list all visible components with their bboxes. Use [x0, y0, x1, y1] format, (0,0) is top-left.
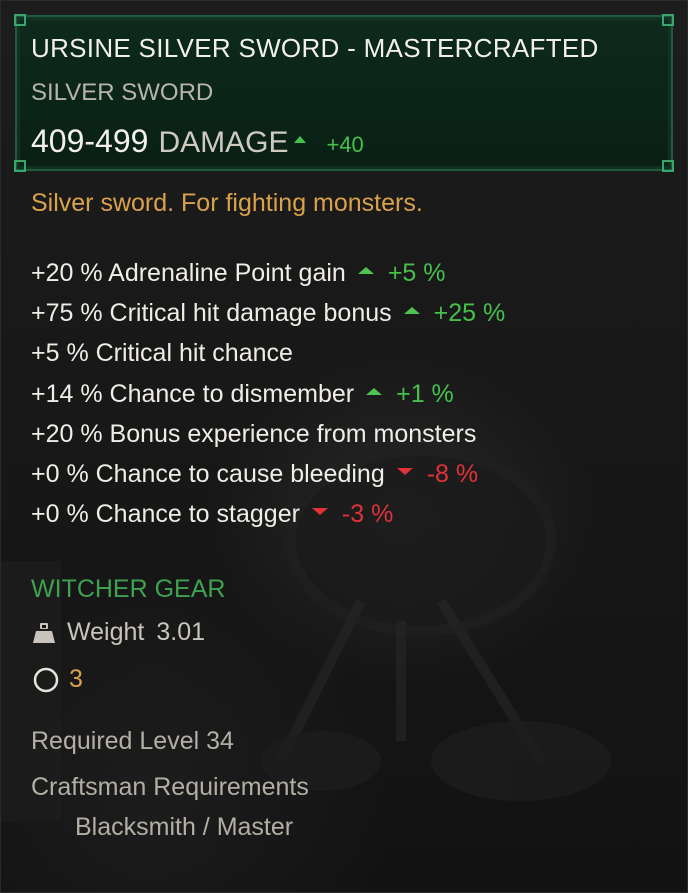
stat-row: +0 % Chance to stagger -3 %	[31, 495, 505, 535]
item-name: URSINE SILVER SWORD - MASTERCRAFTED	[31, 33, 599, 63]
corner-ornament	[662, 160, 674, 172]
damage-value: 409-499	[31, 123, 149, 159]
stat-text: +0 % Chance to stagger	[31, 500, 300, 529]
circle-slot-icon	[33, 667, 59, 692]
weight-value: 3.01	[156, 618, 206, 646]
arrow-up-icon	[366, 387, 383, 395]
arrow-down-icon	[311, 508, 328, 516]
arrow-up-icon	[294, 136, 307, 143]
stat-text: +14 % Chance to dismember	[31, 379, 355, 408]
item-description: Silver sword. For fighting monsters.	[31, 189, 423, 217]
stat-delta: -3 %	[341, 500, 394, 529]
set-label: WITCHER GEAR	[31, 575, 226, 603]
weight-label: Weight	[67, 618, 145, 646]
stat-row: +0 % Chance to cause bleeding -8 %	[31, 454, 505, 494]
stat-text: +0 % Chance to cause bleeding	[31, 460, 385, 489]
damage-delta: +40	[326, 132, 364, 157]
item-header: URSINE SILVER SWORD - MASTERCRAFTED SILV…	[14, 14, 674, 172]
arrow-down-icon	[396, 468, 413, 476]
stat-list: +20 % Adrenaline Point gain +5 % +75 % Cri…	[31, 253, 505, 535]
weight-row: Weight 3.01	[31, 618, 205, 647]
item-type: SILVER SWORD	[31, 79, 214, 106]
stat-row: +5 % Critical hit chance	[31, 334, 505, 374]
stat-text: +75 % Critical hit damage bonus	[31, 298, 392, 327]
craftsman-requirements-title: Craftsman Requirements	[31, 773, 309, 801]
corner-ornament	[14, 160, 26, 172]
slots-value: 3	[69, 665, 83, 693]
damage-label: DAMAGE	[158, 126, 289, 159]
corner-ornament	[14, 14, 26, 26]
stat-row: +75 % Critical hit damage bonus +25 %	[31, 293, 505, 333]
arrow-up-icon	[403, 306, 420, 314]
stat-delta: +5 %	[387, 258, 446, 287]
required-level: Required Level 34	[31, 727, 234, 755]
stat-delta: -8 %	[426, 460, 479, 489]
stat-delta: +1 %	[396, 379, 454, 408]
stat-text: +5 % Critical hit chance	[31, 339, 293, 368]
stat-row: +14 % Chance to dismember +1 %	[31, 374, 505, 414]
corner-ornament	[662, 14, 674, 26]
stat-row: +20 % Adrenaline Point gain +5 %	[31, 253, 505, 293]
item-tooltip: URSINE SILVER SWORD - MASTERCRAFTED SILV…	[0, 0, 688, 893]
damage-row: 409-499 DAMAGE +40	[31, 123, 364, 160]
stat-text: +20 % Bonus experience from monsters	[31, 419, 477, 448]
stat-delta: +25 %	[433, 298, 506, 327]
craftsman-requirements-value: Blacksmith / Master	[75, 813, 294, 841]
weight-icon	[33, 622, 55, 643]
stat-text: +20 % Adrenaline Point gain	[31, 258, 346, 287]
stat-row: +20 % Bonus experience from monsters	[31, 414, 505, 454]
arrow-up-icon	[357, 266, 374, 274]
enhancement-slots-row: 3	[33, 665, 83, 694]
